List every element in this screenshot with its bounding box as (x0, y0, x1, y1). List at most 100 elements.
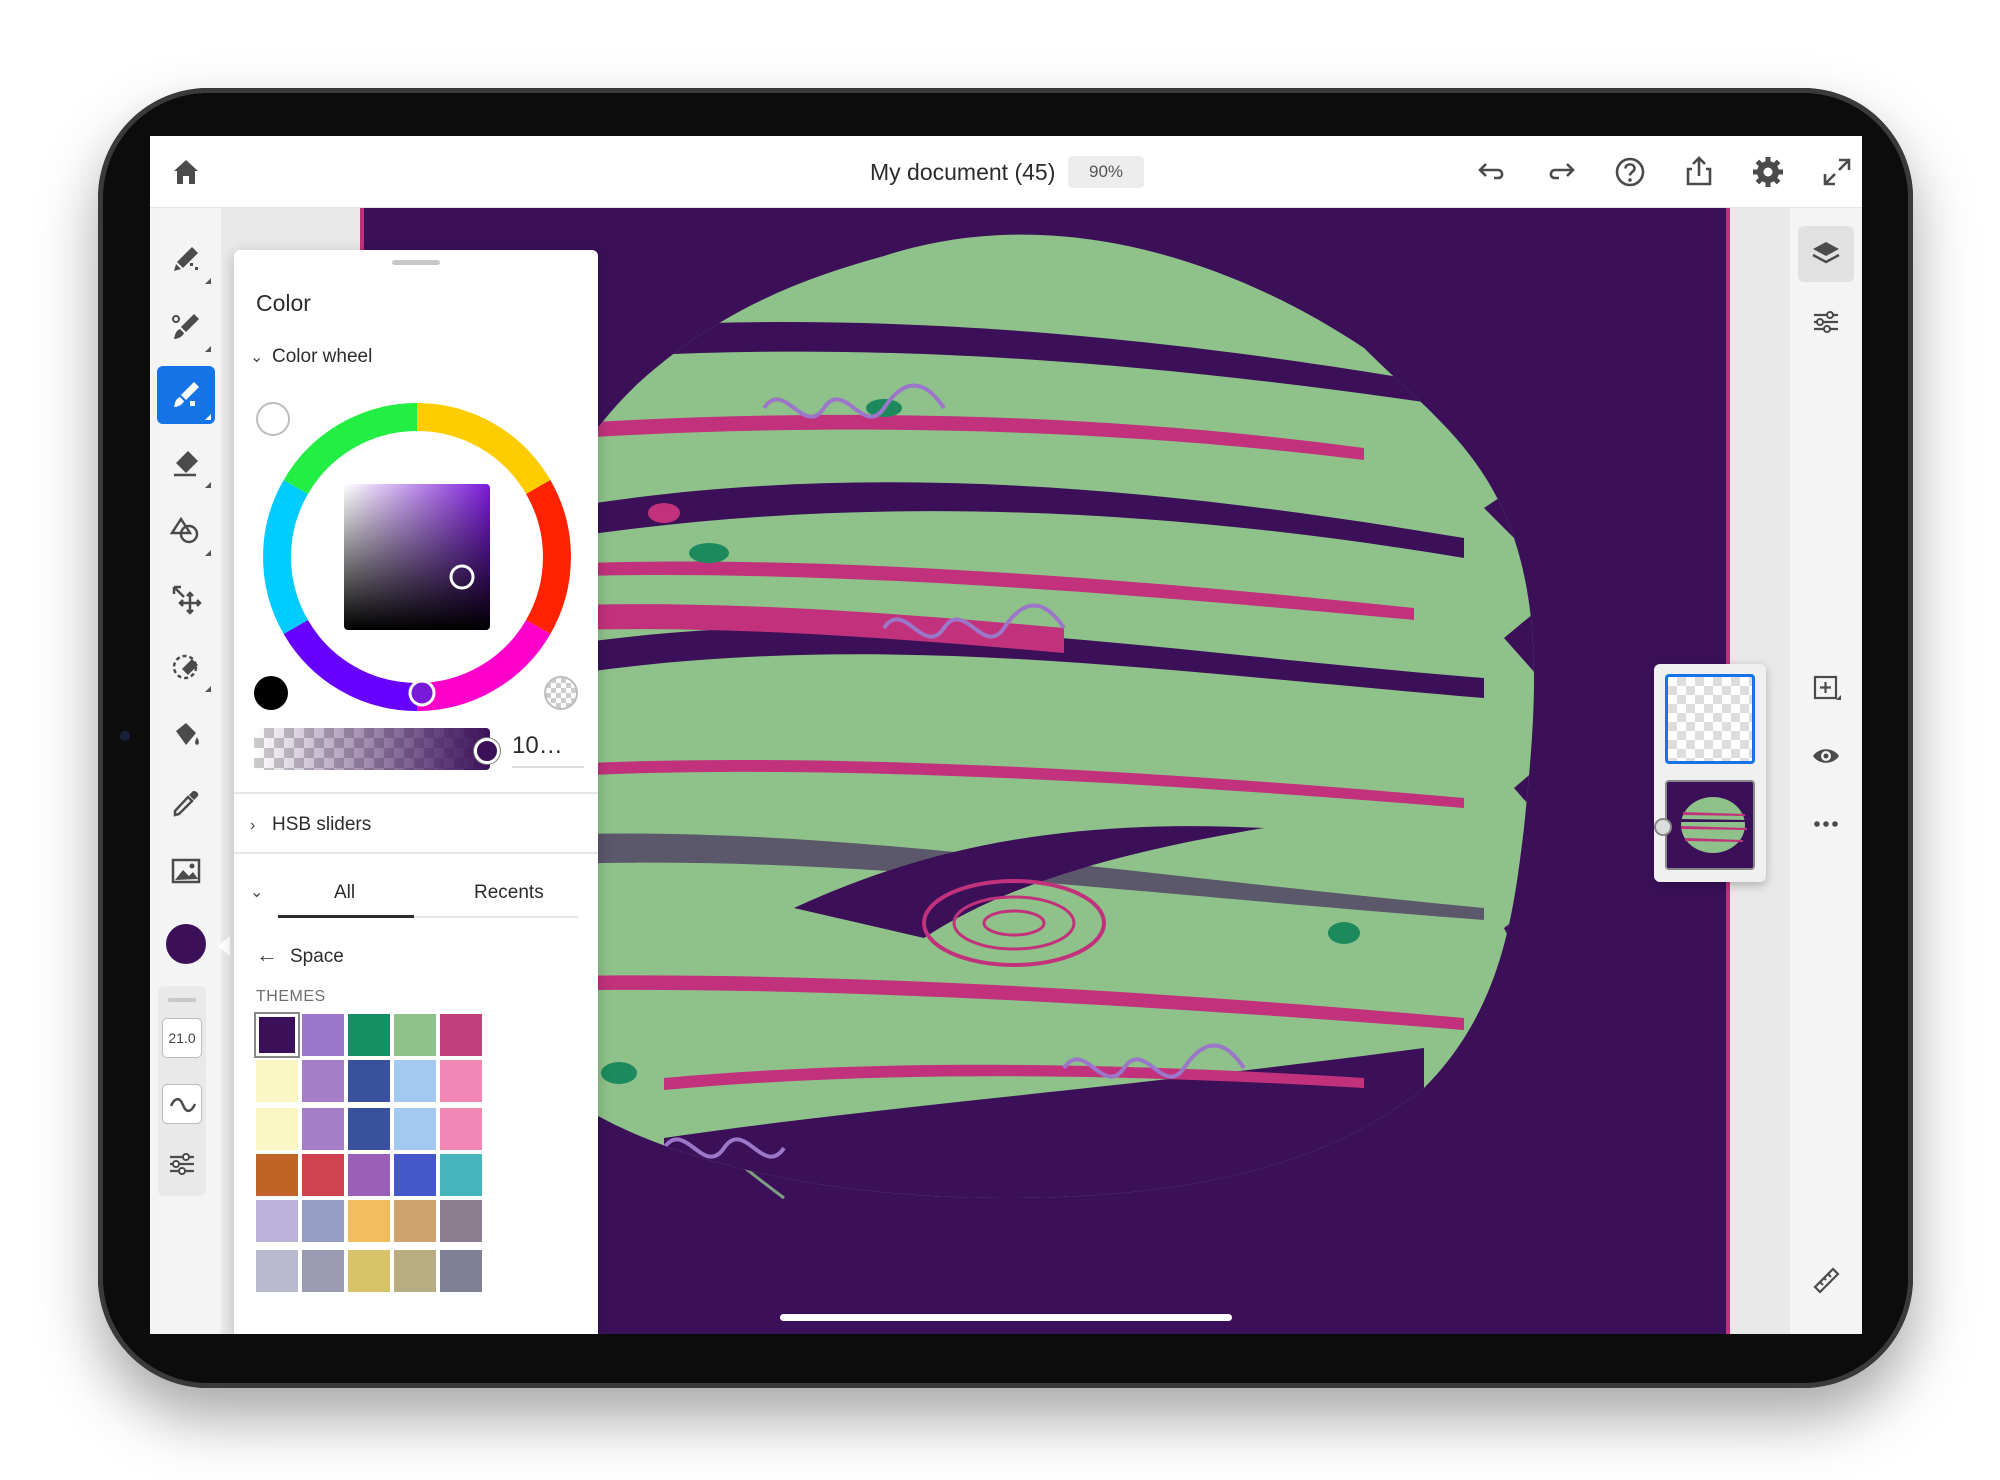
theme-swatch[interactable] (302, 1060, 344, 1102)
theme-swatch[interactable] (440, 1108, 482, 1150)
redo-icon[interactable] (1541, 152, 1581, 192)
theme-swatch[interactable] (348, 1014, 390, 1056)
brush-settings-button[interactable] (162, 1144, 202, 1184)
tool-options-indicator (205, 550, 211, 556)
tab-all[interactable]: All (334, 882, 355, 904)
layers-button[interactable] (1798, 226, 1854, 282)
live-brush-icon (172, 314, 199, 339)
layer-visibility-button[interactable] (1798, 728, 1854, 784)
add-layer-button[interactable] (1798, 660, 1854, 716)
tool-options-indicator (205, 346, 211, 352)
wave-icon (169, 1097, 197, 1113)
color-wheel[interactable] (262, 402, 572, 717)
size-slider-handle[interactable] (168, 998, 196, 1002)
fill-tool[interactable] (157, 706, 215, 764)
arrow-left-icon: ← (256, 942, 278, 967)
theme-swatch[interactable] (302, 1108, 344, 1150)
transform-tool[interactable] (157, 570, 215, 628)
tool-options-indicator (205, 414, 211, 420)
theme-swatch[interactable] (394, 1250, 436, 1292)
tab-recents[interactable]: Recents (474, 882, 544, 904)
theme-swatch[interactable] (440, 1060, 482, 1102)
swatches-collapse-chevron-icon[interactable]: ⌄ (250, 882, 263, 902)
brush-size-value[interactable]: 21.0 (162, 1018, 202, 1058)
color-panel-pointer (218, 936, 230, 956)
theme-swatch[interactable] (256, 1154, 298, 1196)
eraser-tool[interactable] (157, 434, 215, 492)
theme-swatch[interactable] (348, 1060, 390, 1102)
theme-swatch[interactable] (348, 1200, 390, 1242)
top-bar: My document (45) 90% (150, 136, 1862, 208)
layer-thumbnail-empty[interactable] (1665, 674, 1755, 764)
theme-swatch[interactable] (348, 1108, 390, 1150)
active-tab-indicator (278, 915, 414, 918)
divider (234, 792, 598, 794)
vector-brush-icon (174, 382, 199, 407)
theme-swatch[interactable] (440, 1154, 482, 1196)
transparent-swatch-button[interactable] (544, 676, 578, 710)
layers-panel (1654, 664, 1766, 882)
theme-swatch[interactable] (394, 1200, 436, 1242)
tool-bar: 21.0 (150, 208, 230, 1334)
shape-tool[interactable] (157, 502, 215, 560)
theme-swatch[interactable] (440, 1014, 482, 1056)
selection-tool[interactable] (157, 638, 215, 696)
opacity-value-field[interactable]: 10… (512, 732, 584, 768)
shape-icon (170, 516, 199, 544)
theme-swatch[interactable] (394, 1014, 436, 1056)
fill-icon (176, 723, 199, 745)
current-color-swatch[interactable] (166, 924, 206, 964)
theme-swatch[interactable] (348, 1154, 390, 1196)
adjustments-button[interactable] (1798, 294, 1854, 350)
settings-icon[interactable] (1748, 152, 1788, 192)
help-icon[interactable] (1610, 152, 1650, 192)
theme-swatch[interactable] (348, 1250, 390, 1292)
theme-swatch[interactable] (302, 1154, 344, 1196)
library-back-row[interactable]: ← Space (256, 942, 344, 968)
home-icon[interactable] (168, 154, 204, 190)
pixel-brush-tool[interactable] (157, 230, 215, 288)
opacity-slider-thumb[interactable] (474, 738, 500, 764)
planet-thumbnail (1681, 797, 1747, 853)
opacity-slider-track[interactable] (254, 728, 490, 770)
eraser-icon (174, 451, 198, 477)
undo-icon[interactable] (1472, 152, 1512, 192)
visibility-icon (1813, 749, 1839, 763)
color-wheel-section-toggle[interactable]: ⌄ Color wheel (250, 346, 372, 368)
smoothing-button[interactable] (162, 1084, 202, 1124)
theme-swatch[interactable] (302, 1200, 344, 1242)
ruler-button[interactable] (1798, 1252, 1854, 1308)
library-name: Space (290, 946, 344, 967)
theme-swatch[interactable] (256, 1014, 298, 1056)
black-swatch-button[interactable] (254, 676, 288, 710)
zoom-level[interactable]: 90% (1068, 156, 1144, 188)
layer-opacity-knob[interactable] (1654, 818, 1672, 836)
theme-swatch[interactable] (302, 1014, 344, 1056)
theme-swatch[interactable] (256, 1060, 298, 1102)
color-panel: Color ⌄ Color wheel 10… › HSB sliders ⌄ … (234, 250, 598, 1334)
layer-thumbnail-artwork[interactable] (1665, 780, 1755, 870)
vector-brush-tool[interactable] (157, 366, 215, 424)
more-options-button[interactable] (1798, 796, 1854, 852)
theme-swatch[interactable] (256, 1250, 298, 1292)
fullscreen-icon[interactable] (1817, 152, 1857, 192)
live-brush-tool[interactable] (157, 298, 215, 356)
divider (234, 852, 598, 854)
theme-swatch[interactable] (394, 1108, 436, 1150)
theme-swatch[interactable] (256, 1108, 298, 1150)
theme-swatch[interactable] (256, 1200, 298, 1242)
brush-settings-group: 21.0 (158, 986, 206, 1196)
document-title[interactable]: My document (45) (870, 159, 1055, 186)
share-icon[interactable] (1679, 152, 1719, 192)
layers-icon (1812, 242, 1840, 264)
theme-swatch[interactable] (440, 1200, 482, 1242)
panel-drag-handle[interactable] (392, 260, 440, 265)
theme-swatch[interactable] (302, 1250, 344, 1292)
hsb-sliders-toggle[interactable]: › HSB sliders (250, 814, 371, 836)
theme-swatch[interactable] (394, 1060, 436, 1102)
front-camera (120, 731, 130, 741)
eyedropper-tool[interactable] (157, 774, 215, 832)
place-image-tool[interactable] (157, 842, 215, 900)
theme-swatch[interactable] (440, 1250, 482, 1292)
theme-swatch[interactable] (394, 1154, 436, 1196)
